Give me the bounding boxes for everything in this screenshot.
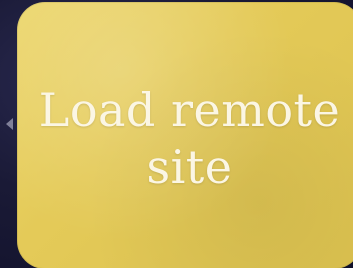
chevron-left-icon[interactable] <box>6 118 13 130</box>
load-remote-site-label: Load remote site <box>38 83 341 194</box>
load-remote-site-button[interactable]: Load remote site <box>17 2 353 268</box>
slide-stage: Load remote site <box>0 0 353 268</box>
